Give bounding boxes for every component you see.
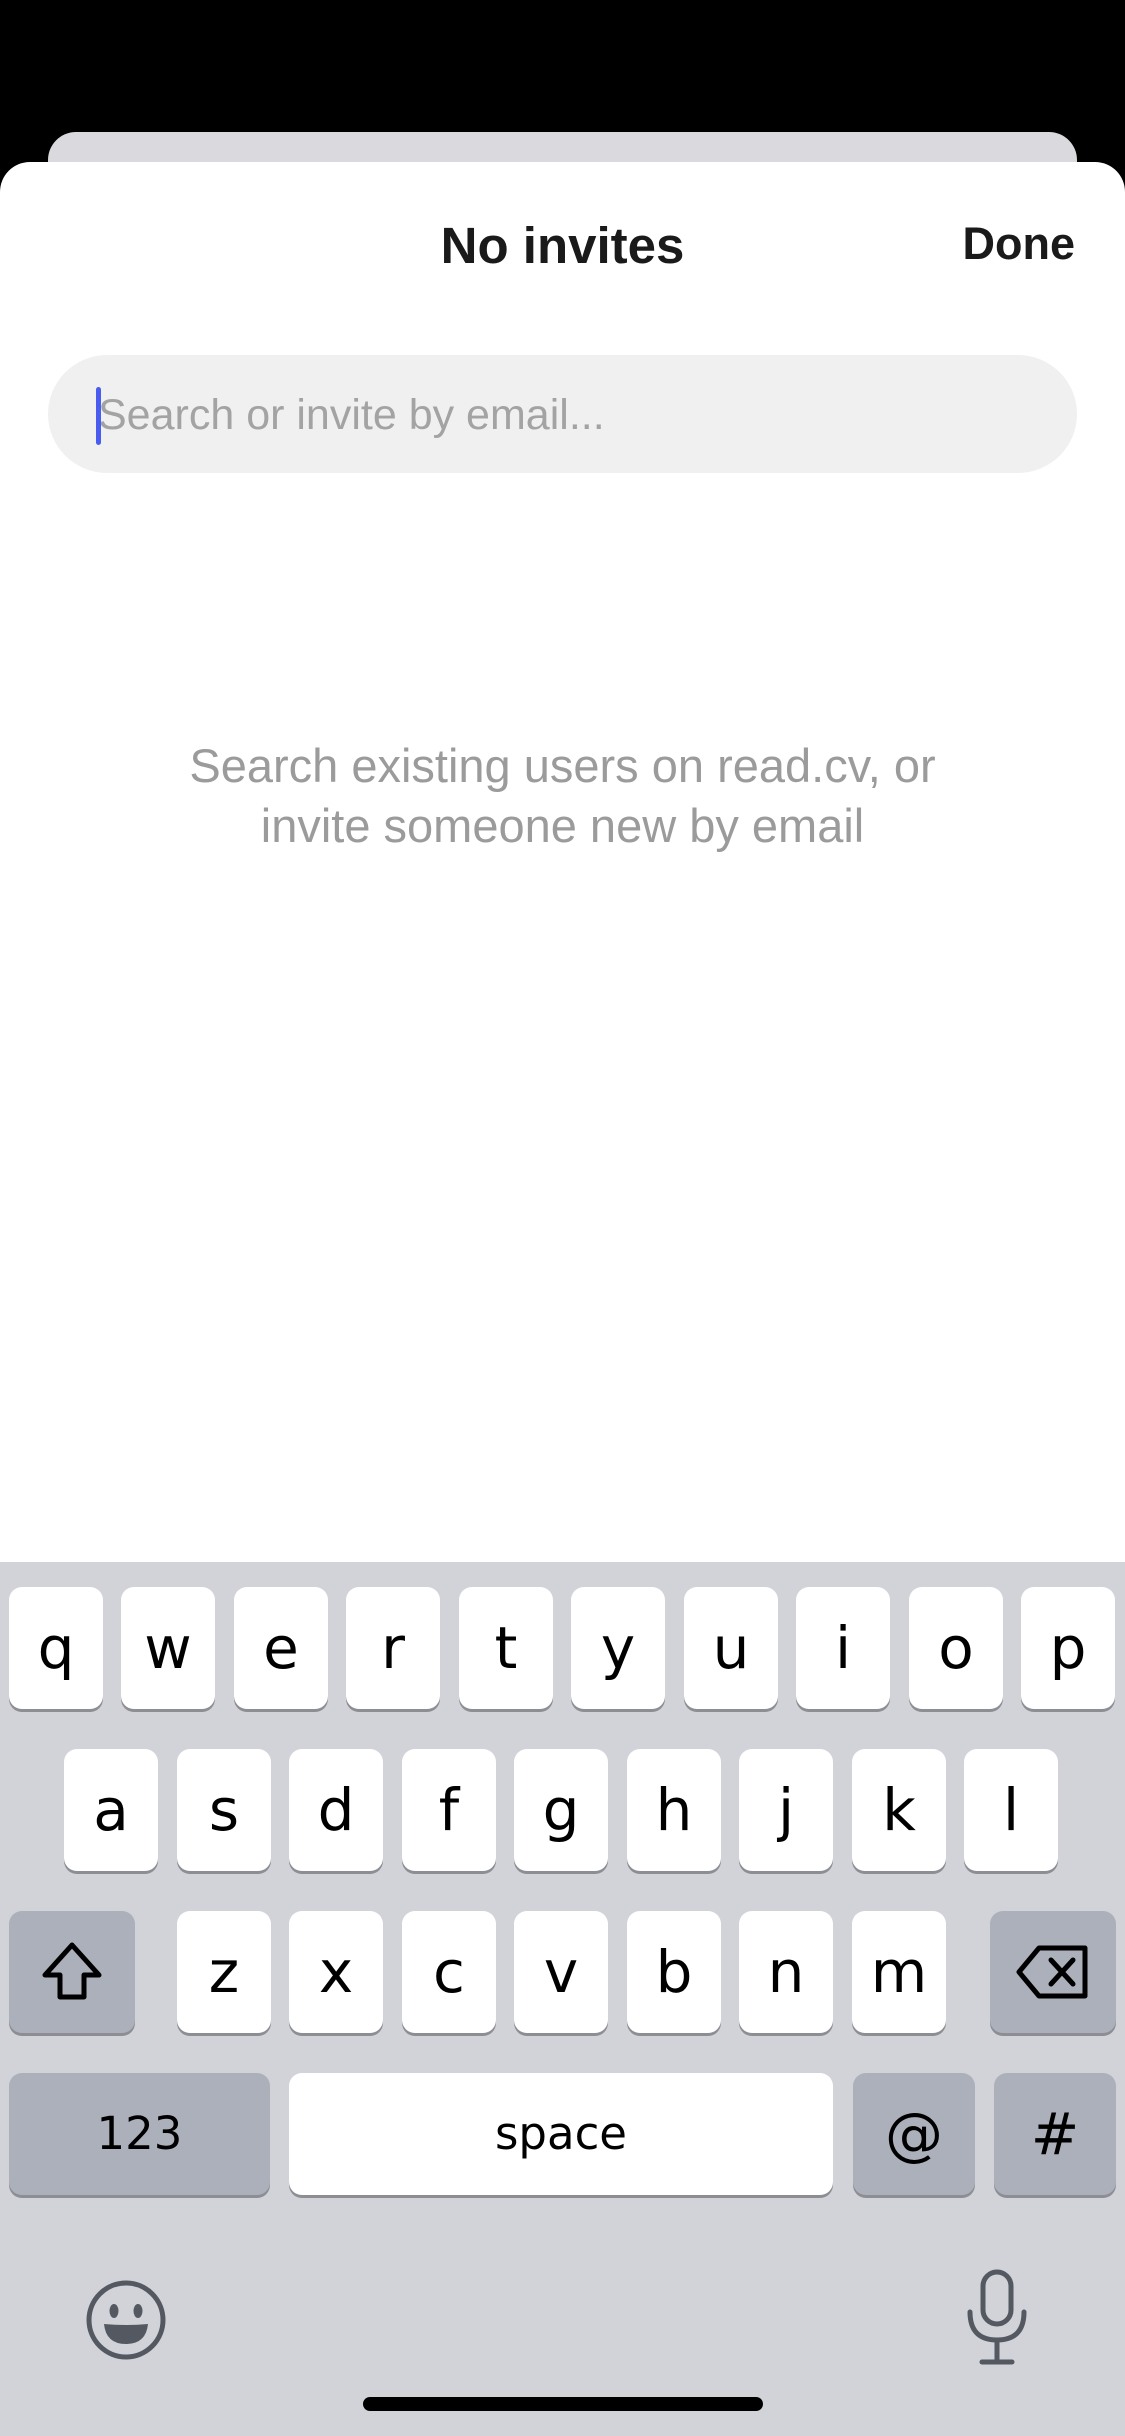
key-r[interactable]: r: [346, 1587, 440, 1709]
search-placeholder: Search or invite by email...: [98, 391, 605, 439]
key-z[interactable]: z: [177, 1911, 271, 2033]
shift-icon: [42, 1942, 102, 2000]
backspace-icon: [1016, 1945, 1088, 1999]
hash-key[interactable]: #: [994, 2073, 1116, 2195]
key-m[interactable]: m: [852, 1911, 946, 2033]
key-b[interactable]: b: [627, 1911, 721, 2033]
key-q[interactable]: q: [9, 1587, 103, 1709]
key-t[interactable]: t: [459, 1587, 553, 1709]
key-a[interactable]: a: [64, 1749, 158, 1871]
key-o[interactable]: o: [909, 1587, 1003, 1709]
key-y[interactable]: y: [571, 1587, 665, 1709]
key-w[interactable]: w: [121, 1587, 215, 1709]
keyboard: q w e r t y u i o p a s d f g h j k l z …: [0, 1562, 1125, 2436]
key-j[interactable]: j: [739, 1749, 833, 1871]
key-c[interactable]: c: [402, 1911, 496, 2033]
key-s[interactable]: s: [177, 1749, 271, 1871]
key-p[interactable]: p: [1021, 1587, 1115, 1709]
key-x[interactable]: x: [289, 1911, 383, 2033]
key-l[interactable]: l: [964, 1749, 1058, 1871]
delete-key[interactable]: [990, 1911, 1116, 2033]
at-key[interactable]: @: [853, 2073, 975, 2195]
key-g[interactable]: g: [514, 1749, 608, 1871]
microphone-icon: [967, 2269, 1027, 2365]
key-v[interactable]: v: [514, 1911, 608, 2033]
home-indicator[interactable]: [363, 2397, 763, 2411]
key-f[interactable]: f: [402, 1749, 496, 1871]
shift-key[interactable]: [9, 1911, 135, 2033]
key-k[interactable]: k: [852, 1749, 946, 1871]
hint-line-2: invite someone new by email: [260, 799, 865, 852]
search-input[interactable]: Search or invite by email...: [48, 355, 1077, 473]
space-key[interactable]: space: [289, 2073, 833, 2195]
numbers-key[interactable]: 123: [9, 2073, 270, 2195]
sheet-title: No invites: [440, 217, 685, 274]
emoji-icon: [86, 2280, 166, 2360]
key-h[interactable]: h: [627, 1749, 721, 1871]
hint-line-1: Search existing users on read.cv, or: [189, 739, 936, 792]
emoji-button[interactable]: [84, 2278, 168, 2362]
key-i[interactable]: i: [796, 1587, 890, 1709]
done-button[interactable]: Done: [963, 218, 1076, 270]
key-e[interactable]: e: [234, 1587, 328, 1709]
empty-state-hint: Search existing users on read.cv, or inv…: [120, 736, 1005, 856]
key-u[interactable]: u: [684, 1587, 778, 1709]
key-d[interactable]: d: [289, 1749, 383, 1871]
text-cursor: [96, 387, 101, 445]
dictation-button[interactable]: [962, 2268, 1032, 2368]
key-n[interactable]: n: [739, 1911, 833, 2033]
